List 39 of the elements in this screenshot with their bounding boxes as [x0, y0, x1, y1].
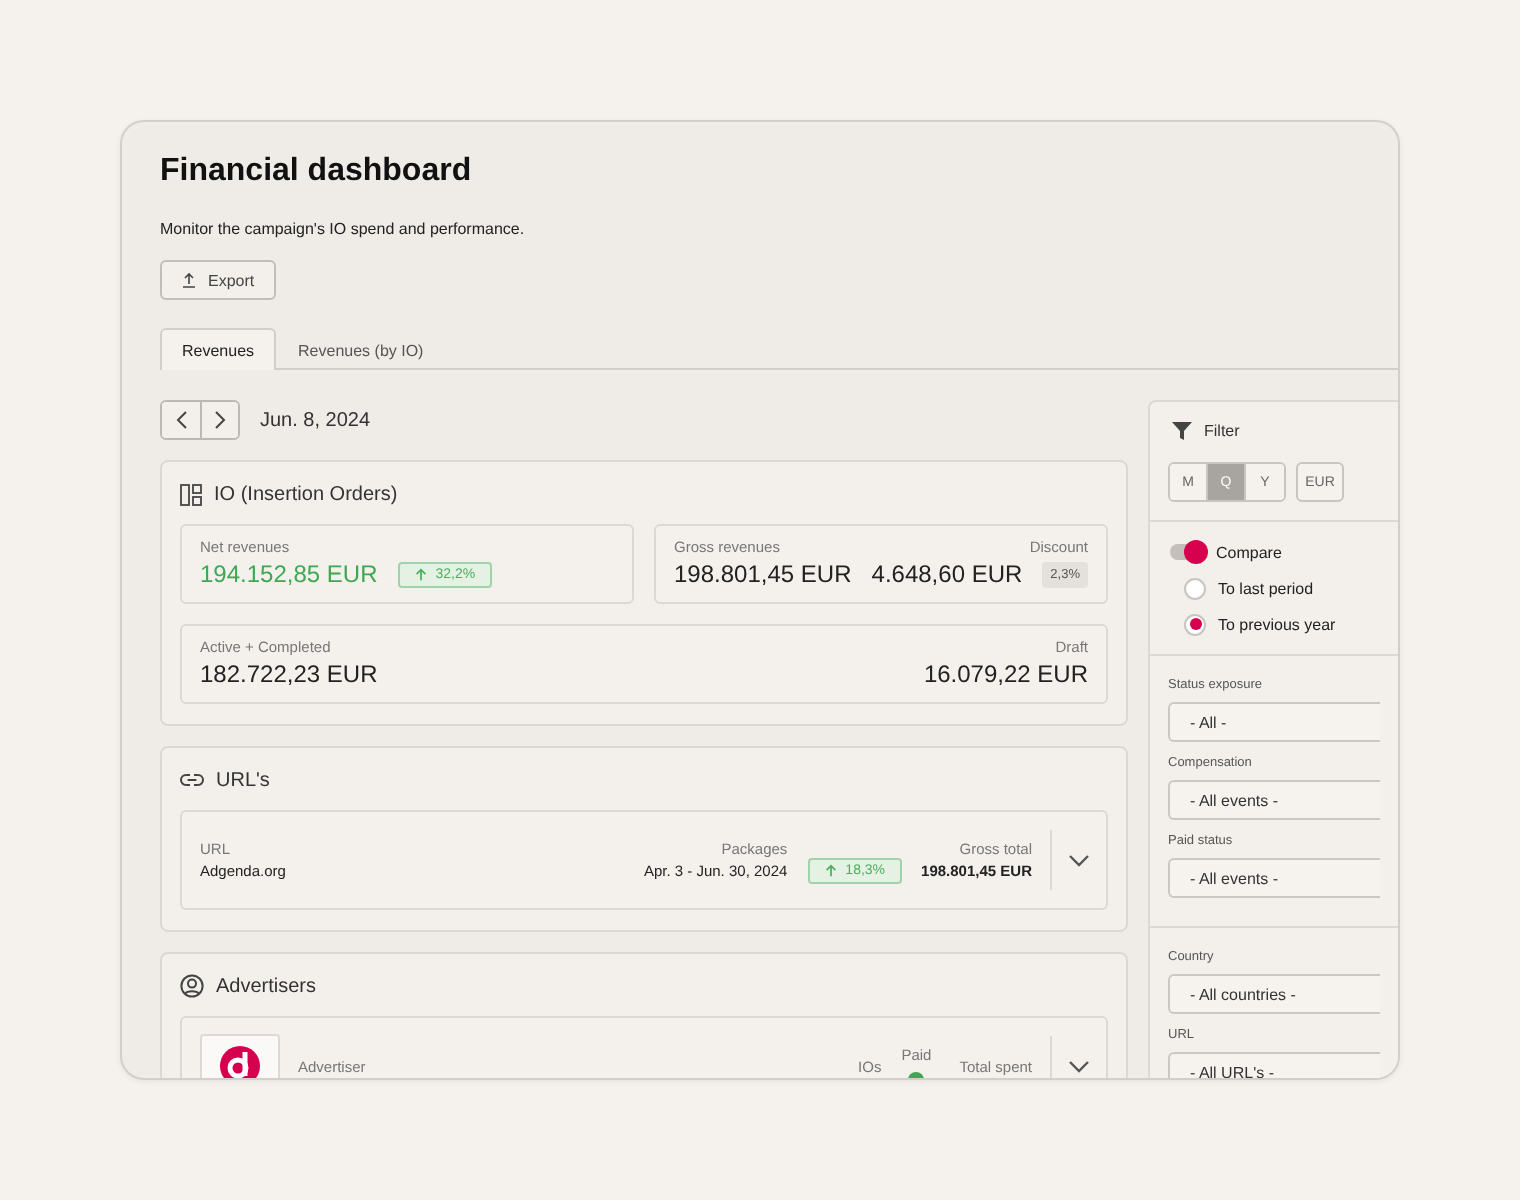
page-subtitle: Monitor the campaign's IO spend and performance. — [160, 220, 527, 238]
radio-label: To previous year — [1218, 615, 1336, 633]
export-button[interactable]: Export — [160, 260, 277, 300]
chevron-down-icon — [1068, 1059, 1090, 1073]
compare-toggle[interactable] — [1170, 544, 1204, 560]
filter-icon — [1172, 421, 1192, 439]
filter-title: Filter — [1204, 421, 1240, 439]
radio-label: To last period — [1218, 579, 1314, 597]
select-field[interactable]: - All URL's - — [1168, 1052, 1380, 1078]
section-title: IO (Insertion Orders) — [214, 483, 398, 505]
stat-value: 16.079,22 EUR — [923, 660, 1088, 688]
section-title: URL's — [216, 769, 270, 791]
tab[interactable]: Revenues (by IO) — [276, 328, 446, 370]
select-field[interactable]: - All events - — [1168, 858, 1380, 898]
chevron-down-icon — [1068, 853, 1090, 867]
select-field[interactable]: - All events - — [1168, 780, 1380, 820]
page-title: Financial dashboard — [160, 152, 474, 190]
radio-button[interactable] — [1184, 613, 1206, 635]
stat-value: 194.152,85 EUR — [200, 560, 378, 588]
link-icon — [180, 772, 204, 788]
select-field[interactable]: - All countries - — [1168, 974, 1380, 1014]
stat-value: 4.648,60 EUR — [871, 560, 1023, 588]
chevron-left-icon — [175, 410, 187, 430]
radio-button[interactable] — [1184, 577, 1206, 599]
upload-icon — [182, 272, 196, 288]
stat-value: 198.801,45 EUR — [674, 560, 852, 588]
select-field[interactable]: - All - — [1168, 702, 1380, 742]
next-button[interactable] — [200, 402, 238, 438]
stat-value: 182.722,23 EUR — [200, 660, 378, 688]
section-title: Advertisers — [216, 975, 317, 997]
tab[interactable]: Revenues — [160, 328, 277, 370]
user-circle-icon — [180, 974, 204, 998]
arrow-up-icon — [823, 864, 838, 878]
arrow-up-icon — [413, 567, 428, 581]
previous-button[interactable] — [162, 402, 200, 438]
compare-label: Compare — [1216, 543, 1282, 561]
current-date: Jun. 8, 2024 — [260, 409, 371, 431]
layout-icon — [180, 483, 202, 505]
chevron-right-icon — [214, 410, 226, 430]
